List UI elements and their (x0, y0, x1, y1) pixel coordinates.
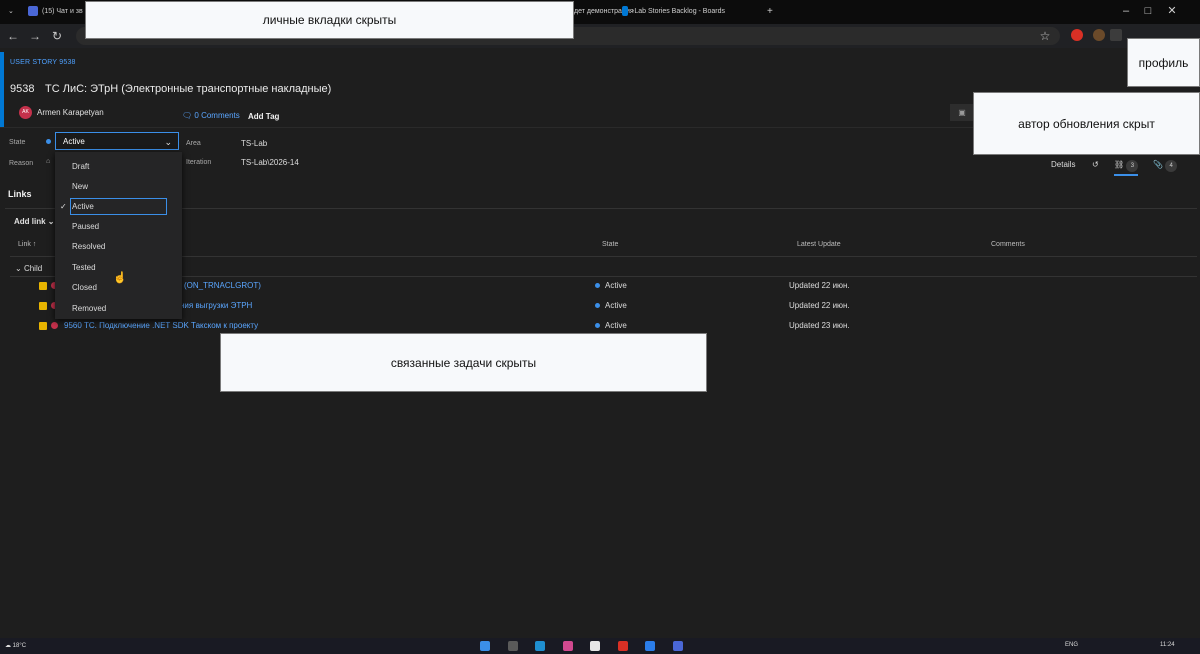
redaction-tabs: личные вкладки скрыты (85, 1, 574, 39)
column-comments[interactable]: Comments (991, 241, 1025, 248)
divider (5, 208, 1197, 209)
edge-icon[interactable] (535, 641, 545, 651)
assigned-to[interactable]: Armen Karapetyan (37, 108, 104, 117)
state-option-draft[interactable]: Draft (55, 157, 182, 177)
linked-item-title[interactable]: ния выгрузки ЭТРН (180, 301, 252, 310)
status-dot-icon (51, 322, 58, 329)
linked-item-state: Active (595, 321, 627, 330)
tab-boards[interactable]: -Lab Stories Backlog - Boards (622, 3, 725, 21)
task-icon (39, 282, 47, 290)
group-child[interactable]: ⌄ Child (15, 264, 42, 273)
focus-ring (70, 198, 167, 215)
bookmark-star-icon[interactable]: ☆ (1037, 28, 1053, 44)
column-state[interactable]: State (602, 241, 618, 248)
linked-item-state: Active (595, 281, 627, 290)
clock[interactable]: 11:24 (1160, 642, 1175, 648)
reload-icon[interactable]: ↻ (49, 28, 65, 44)
app-icon[interactable] (590, 641, 600, 651)
minimize-button[interactable]: – (1116, 2, 1136, 20)
state-option-active[interactable]: ✓ Active (55, 197, 182, 217)
state-indicator (46, 139, 51, 144)
column-latest-update[interactable]: Latest Update (797, 241, 841, 248)
state-option-removed[interactable]: Removed (55, 299, 182, 319)
state-dot-icon (595, 283, 600, 289)
reason-label: Reason (9, 160, 34, 167)
save-icon[interactable]: ▣ (950, 104, 974, 121)
new-tab-button[interactable]: + (767, 3, 773, 21)
area-label: Area (186, 140, 201, 147)
work-item-id: 9538 (10, 83, 35, 95)
avatar: AK (19, 106, 32, 119)
history-icon[interactable]: ↺ (1092, 156, 1099, 174)
divider (10, 276, 1197, 277)
chevron-down-icon: ⌄ (164, 137, 172, 147)
work-item-type: USER STORY 9538 (10, 59, 76, 66)
iteration-value[interactable]: TS-Lab\2026-14 (241, 158, 299, 167)
work-item-color-bar (0, 52, 4, 128)
comment-icon: 🗨 (182, 111, 195, 120)
extensions-puzzle-icon[interactable] (1110, 29, 1122, 41)
redaction-profile: профиль (1127, 38, 1200, 87)
add-tag-button[interactable]: Add Tag (248, 112, 279, 121)
state-dot-icon (595, 303, 600, 309)
chevron-down-icon: ⌄ (15, 264, 24, 273)
taskview-icon[interactable] (508, 641, 518, 651)
app-icon[interactable] (563, 641, 573, 651)
lock-icon: ⌂ (46, 158, 51, 165)
task-icon (39, 302, 47, 310)
windows-start-icon[interactable] (480, 641, 490, 651)
extension-icon[interactable] (1093, 29, 1105, 41)
back-icon[interactable]: ← (5, 28, 21, 44)
state-dropdown-menu: Draft New ✓ Active Paused Resolved Tested… (55, 152, 182, 319)
weather-widget[interactable]: ☁ 18°C (5, 642, 26, 649)
area-value[interactable]: TS-Lab (241, 139, 267, 148)
forward-icon[interactable]: → (27, 28, 43, 44)
column-link[interactable]: Link ↑ (18, 241, 36, 248)
hand-cursor-icon: ☝ (113, 272, 127, 284)
state-option-new[interactable]: New (55, 177, 182, 197)
app-icon[interactable] (645, 641, 655, 651)
divider (10, 256, 1197, 257)
tab-links[interactable]: ⛓ 3 (1114, 156, 1139, 176)
tab-attachments[interactable]: 📎 4 (1153, 156, 1178, 174)
linked-item-updated: Updated 22 июн. (789, 281, 850, 290)
linked-item-title[interactable]: 9560 ТС. Подключение .NET SDK Такском к … (64, 321, 258, 330)
state-option-paused[interactable]: Paused (55, 217, 182, 237)
state-select[interactable]: Active ⌄ (55, 132, 179, 150)
language-indicator[interactable]: ENG (1065, 642, 1078, 648)
tab-details[interactable]: Details (1051, 156, 1075, 174)
redaction-links: связанные задачи скрыты (220, 333, 707, 392)
work-item-title[interactable]: ТС ЛиС: ЭТрН (Электронные транспортные н… (45, 83, 331, 95)
close-button[interactable]: ✕ (1162, 2, 1182, 20)
add-link-button[interactable]: Add link ⌄ (14, 217, 55, 226)
linked-item-updated: Updated 23 июн. (789, 321, 850, 330)
chrome-icon[interactable] (618, 641, 628, 651)
comments-link[interactable]: 🗨 0 Comments (182, 111, 240, 120)
redaction-author: автор обновления скрыт (973, 92, 1200, 155)
cloud-icon: ☁ (5, 643, 13, 649)
state-label: State (9, 139, 26, 146)
teams-icon[interactable] (673, 641, 683, 651)
boards-favicon-icon (622, 6, 628, 17)
task-icon (39, 322, 47, 330)
checkmark-icon: ✓ (60, 202, 67, 211)
linked-item-updated: Updated 22 июн. (789, 301, 850, 310)
links-heading: Links (8, 189, 32, 199)
iteration-label: Iteration (186, 159, 212, 166)
tab-chat[interactable]: (15) Чат и зв (28, 3, 83, 21)
state-option-resolved[interactable]: Resolved (55, 237, 182, 257)
chat-favicon-icon (28, 6, 38, 17)
browser-menu-icon[interactable]: ⌄ (8, 3, 14, 21)
linked-item-title[interactable]: l (ON_TRNACLGROT) (180, 281, 261, 290)
state-dot-icon (595, 323, 600, 329)
maximize-button[interactable]: □ (1138, 2, 1158, 20)
linked-item-state: Active (595, 301, 627, 310)
extension-icon[interactable] (1071, 29, 1083, 41)
windows-taskbar (0, 638, 1200, 654)
link-icon: ⛓ (1114, 160, 1127, 169)
paperclip-icon: 📎 (1153, 160, 1166, 169)
